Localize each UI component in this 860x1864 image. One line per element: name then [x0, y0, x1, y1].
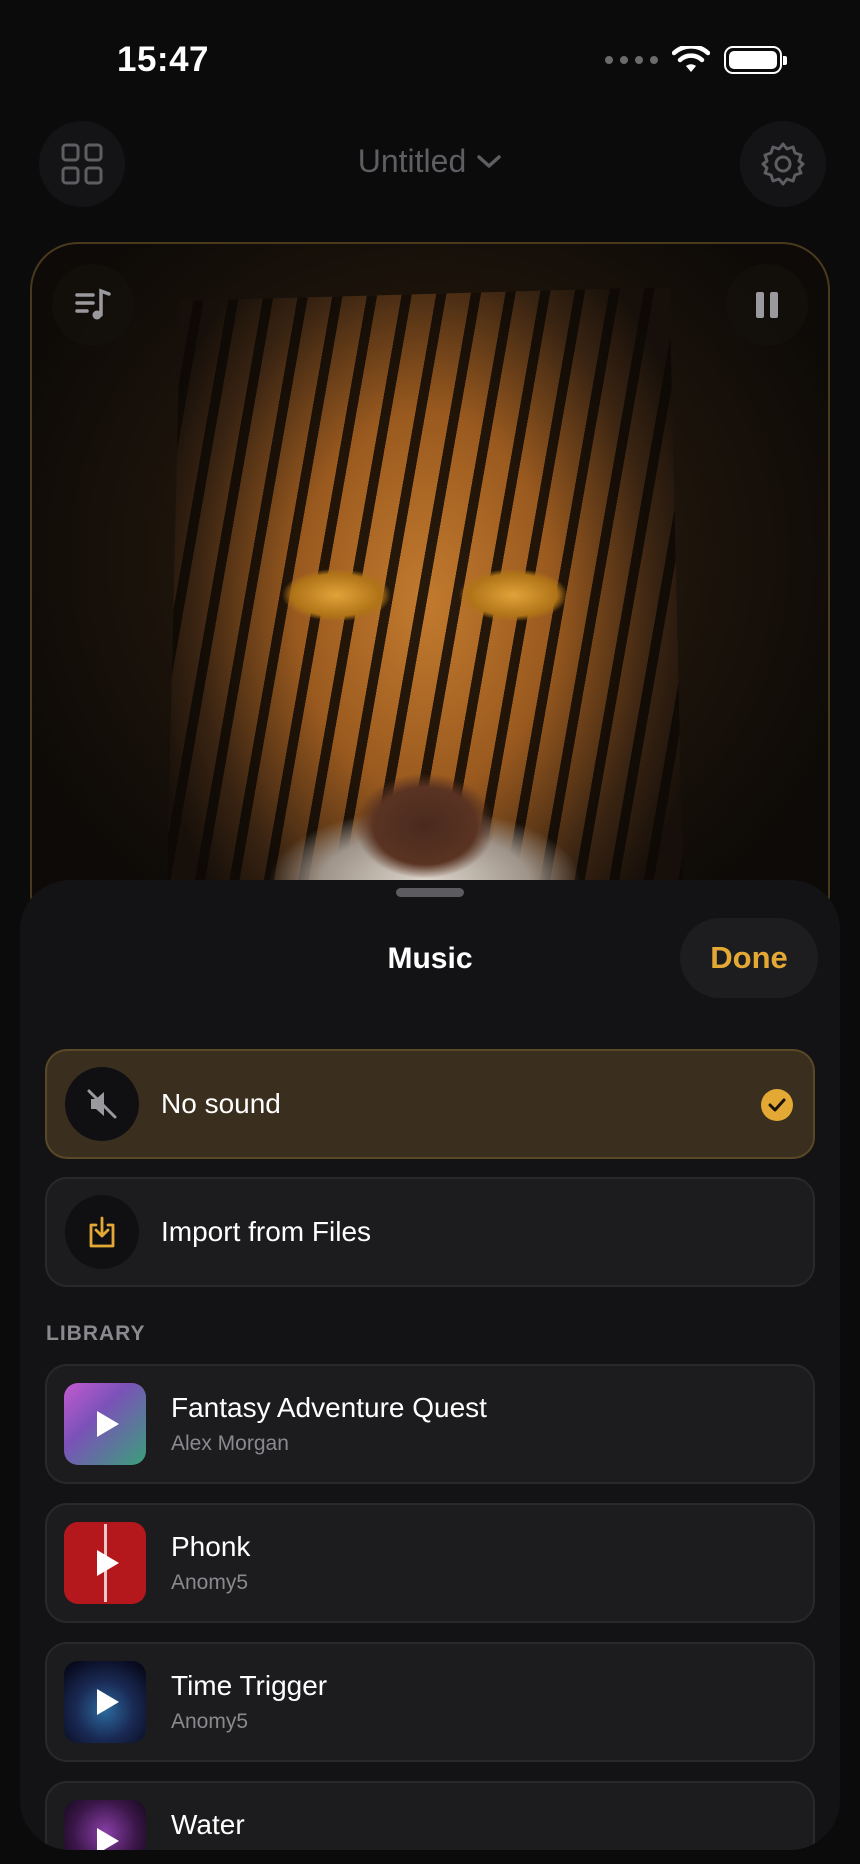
track-artist: Alex Morgan [171, 1432, 289, 1455]
status-icons [605, 46, 787, 74]
no-sound-option[interactable]: No sound [45, 1049, 815, 1159]
signal-dots-icon [605, 56, 658, 64]
track-artist: Anomy5 [171, 1710, 249, 1733]
chevron-down-icon [477, 154, 501, 168]
track-item[interactable]: Time Trigger Anomy5 [45, 1642, 815, 1762]
track-thumbnail[interactable] [64, 1383, 146, 1465]
video-preview[interactable] [30, 242, 830, 942]
play-icon [96, 1411, 119, 1437]
track-thumbnail[interactable] [64, 1800, 146, 1850]
pause-button[interactable] [726, 264, 808, 346]
gear-icon [761, 142, 805, 186]
checkmark-icon [761, 1089, 793, 1121]
play-icon [96, 1828, 119, 1850]
import-label: Import from Files [161, 1216, 372, 1247]
status-time: 15:47 [117, 40, 210, 79]
done-button[interactable]: Done [680, 918, 818, 998]
tiger-image [165, 287, 685, 940]
track-item[interactable]: Phonk Anomy5 [45, 1503, 815, 1623]
mute-icon-wrap [65, 1067, 139, 1141]
library-header: LIBRARY [46, 1322, 146, 1345]
import-from-files-option[interactable]: Import from Files [45, 1177, 815, 1287]
sheet-grabber[interactable] [396, 888, 464, 897]
project-title: Untitled [357, 143, 467, 179]
track-title: Time Trigger [171, 1670, 328, 1701]
play-icon [96, 1689, 119, 1715]
import-icon-wrap [65, 1195, 139, 1269]
track-artist: Anomy5 [171, 1571, 249, 1594]
battery-icon [724, 46, 787, 74]
music-list-icon [75, 288, 111, 320]
play-icon [96, 1550, 119, 1576]
no-sound-label: No sound [161, 1088, 281, 1119]
settings-button[interactable] [740, 121, 826, 207]
track-item[interactable]: Water [45, 1781, 815, 1850]
music-button[interactable] [52, 264, 134, 346]
pause-icon [756, 292, 778, 318]
wifi-icon [672, 46, 710, 72]
project-title-dropdown[interactable]: Untitled [0, 143, 860, 180]
music-sheet: Music Done No sound Import from Files LI… [20, 880, 840, 1850]
track-thumbnail[interactable] [64, 1522, 146, 1604]
track-title: Water [171, 1809, 245, 1840]
import-icon [89, 1216, 115, 1248]
mute-icon [87, 1089, 117, 1119]
track-item[interactable]: Fantasy Adventure Quest Alex Morgan [45, 1364, 815, 1484]
track-title: Fantasy Adventure Quest [171, 1392, 487, 1423]
track-title: Phonk [171, 1531, 251, 1562]
track-thumbnail[interactable] [64, 1661, 146, 1743]
